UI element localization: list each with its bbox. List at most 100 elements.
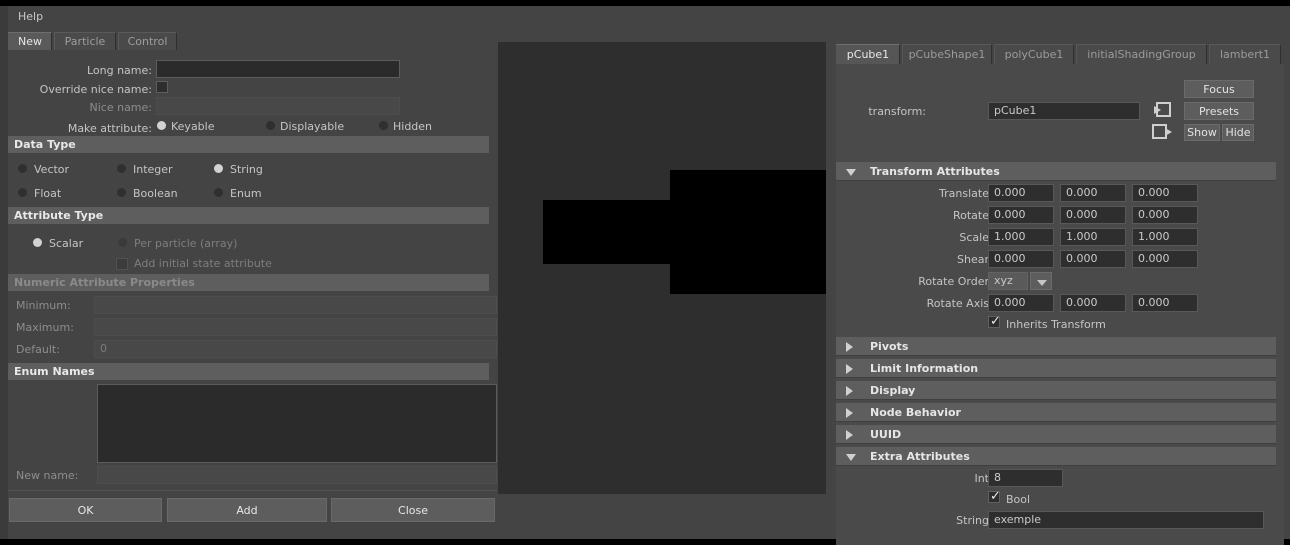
tab-particle[interactable]: Particle bbox=[54, 32, 116, 50]
section-limit-information[interactable]: Limit Information bbox=[836, 359, 1276, 378]
nice-name-input[interactable] bbox=[156, 97, 400, 115]
rotate-label: Rotate bbox=[952, 209, 989, 222]
new-name-label: New name: bbox=[16, 469, 79, 482]
scale-z-input[interactable]: 1.000 bbox=[1132, 228, 1198, 246]
long-name-input[interactable] bbox=[156, 60, 400, 78]
radio-boolean[interactable] bbox=[117, 188, 126, 197]
extra-string-input[interactable]: exemple bbox=[988, 511, 1264, 529]
add-initial-state-label: Add initial state attribute bbox=[134, 257, 272, 270]
rotate-order-value[interactable]: xyz bbox=[988, 272, 1028, 290]
minimum-input[interactable] bbox=[94, 296, 497, 314]
shear-x-input[interactable]: 0.000 bbox=[988, 250, 1054, 268]
nice-name-label: Nice name: bbox=[89, 101, 153, 114]
check-icon: ✓ bbox=[990, 314, 1001, 329]
add-attribute-tabs: New Particle Control bbox=[8, 32, 497, 50]
translate-x-input[interactable]: 0.000 bbox=[988, 184, 1054, 202]
radio-integer[interactable] bbox=[117, 164, 126, 173]
enum-names-list[interactable] bbox=[97, 384, 497, 463]
focus-button[interactable]: Focus bbox=[1184, 80, 1254, 98]
ae-tab-initialshadinggroup[interactable]: initialShadingGroup bbox=[1076, 44, 1207, 64]
hide-button[interactable]: Hide bbox=[1222, 124, 1254, 141]
chevron-down-icon bbox=[1037, 280, 1047, 286]
attribute-editor-body: transform: pCube1 Focus Presets Show Hid… bbox=[836, 64, 1284, 545]
radio-enum[interactable] bbox=[214, 188, 223, 197]
default-label: Default: bbox=[16, 343, 60, 356]
scale-x-input[interactable]: 1.000 bbox=[988, 228, 1054, 246]
section-pivots-label: Pivots bbox=[870, 340, 909, 353]
app-root: Help New Particle Control Long name: Ove… bbox=[0, 0, 1290, 545]
radio-keyable[interactable] bbox=[157, 121, 166, 130]
rotate-order-dropdown-button[interactable] bbox=[1030, 272, 1052, 290]
section-transform-attributes-label: Transform Attributes bbox=[870, 165, 1000, 178]
attribute-type-header: Attribute Type bbox=[8, 207, 489, 224]
viewport-canvas[interactable] bbox=[498, 42, 826, 494]
ae-tab-pcube1[interactable]: pCube1 bbox=[836, 44, 900, 64]
maximum-input[interactable] bbox=[94, 318, 497, 336]
output-connection-icon[interactable] bbox=[1152, 124, 1174, 140]
rotate-z-input[interactable]: 0.000 bbox=[1132, 206, 1198, 224]
tab-control[interactable]: Control bbox=[118, 32, 177, 50]
show-button[interactable]: Show bbox=[1184, 124, 1220, 141]
radio-scalar[interactable] bbox=[33, 238, 42, 247]
ae-tab-lambert1[interactable]: lambert1 bbox=[1209, 44, 1281, 64]
radio-per-particle-label: Per particle (array) bbox=[134, 237, 238, 250]
presets-button[interactable]: Presets bbox=[1184, 102, 1254, 120]
radio-integer-label: Integer bbox=[133, 163, 173, 176]
extra-int-label: Int bbox=[974, 472, 989, 485]
ok-button[interactable]: OK bbox=[9, 498, 162, 522]
radio-vector[interactable] bbox=[18, 164, 27, 173]
scale-y-input[interactable]: 1.000 bbox=[1060, 228, 1126, 246]
radio-enum-label: Enum bbox=[230, 187, 262, 200]
radio-float[interactable] bbox=[18, 188, 27, 197]
add-initial-state-checkbox[interactable] bbox=[116, 258, 128, 270]
section-display-label: Display bbox=[870, 384, 916, 397]
enum-names-header: Enum Names bbox=[8, 363, 489, 380]
shear-z-input[interactable]: 0.000 bbox=[1132, 250, 1198, 268]
shear-y-input[interactable]: 0.000 bbox=[1060, 250, 1126, 268]
check-icon: ✓ bbox=[990, 489, 1001, 504]
redaction-block-1 bbox=[543, 200, 671, 264]
section-pivots[interactable]: Pivots bbox=[836, 337, 1276, 356]
menu-bar: Help bbox=[8, 6, 497, 26]
radio-keyable-label: Keyable bbox=[171, 120, 215, 133]
node-name-input[interactable]: pCube1 bbox=[988, 102, 1140, 120]
chevron-right-icon bbox=[846, 342, 853, 352]
close-button[interactable]: Close bbox=[331, 498, 495, 522]
ae-tab-polycube1[interactable]: polyCube1 bbox=[994, 44, 1074, 64]
button-divider bbox=[8, 490, 497, 491]
extra-int-input[interactable]: 8 bbox=[988, 469, 1063, 487]
new-name-input[interactable] bbox=[97, 466, 497, 484]
radio-string[interactable] bbox=[214, 164, 223, 173]
section-extra-attributes[interactable]: Extra Attributes bbox=[836, 447, 1276, 466]
radio-float-label: Float bbox=[34, 187, 62, 200]
section-transform-attributes[interactable]: Transform Attributes bbox=[836, 162, 1276, 181]
add-button[interactable]: Add bbox=[167, 498, 327, 522]
override-nice-name-label: Override nice name: bbox=[39, 83, 152, 96]
default-input[interactable]: 0 bbox=[94, 340, 497, 358]
input-connection-icon[interactable] bbox=[1152, 102, 1172, 118]
tab-new[interactable]: New bbox=[8, 32, 52, 50]
section-limit-information-label: Limit Information bbox=[870, 362, 979, 375]
rotate-axis-z-input[interactable]: 0.000 bbox=[1132, 294, 1198, 312]
translate-z-input[interactable]: 0.000 bbox=[1132, 184, 1198, 202]
override-nice-name-checkbox[interactable] bbox=[156, 81, 168, 93]
inherits-transform-checkbox[interactable]: ✓ bbox=[988, 314, 1001, 329]
ae-tab-pcubeshape1[interactable]: pCubeShape1 bbox=[902, 44, 992, 64]
rotate-x-input[interactable]: 0.000 bbox=[988, 206, 1054, 224]
radio-per-particle[interactable] bbox=[118, 238, 127, 247]
section-extra-attributes-label: Extra Attributes bbox=[870, 450, 970, 463]
section-uuid[interactable]: UUID bbox=[836, 425, 1276, 444]
long-name-label: Long name: bbox=[86, 64, 152, 77]
rotate-axis-y-input[interactable]: 0.000 bbox=[1060, 294, 1126, 312]
radio-string-label: String bbox=[230, 163, 263, 176]
extra-bool-checkbox[interactable]: ✓ bbox=[988, 489, 1001, 504]
rotate-y-input[interactable]: 0.000 bbox=[1060, 206, 1126, 224]
menu-help[interactable]: Help bbox=[14, 9, 47, 24]
section-node-behavior[interactable]: Node Behavior bbox=[836, 403, 1276, 422]
rotate-axis-x-input[interactable]: 0.000 bbox=[988, 294, 1054, 312]
extra-string-label: String bbox=[956, 514, 989, 527]
radio-displayable[interactable] bbox=[266, 121, 275, 130]
translate-y-input[interactable]: 0.000 bbox=[1060, 184, 1126, 202]
section-display[interactable]: Display bbox=[836, 381, 1276, 400]
radio-hidden[interactable] bbox=[379, 121, 388, 130]
